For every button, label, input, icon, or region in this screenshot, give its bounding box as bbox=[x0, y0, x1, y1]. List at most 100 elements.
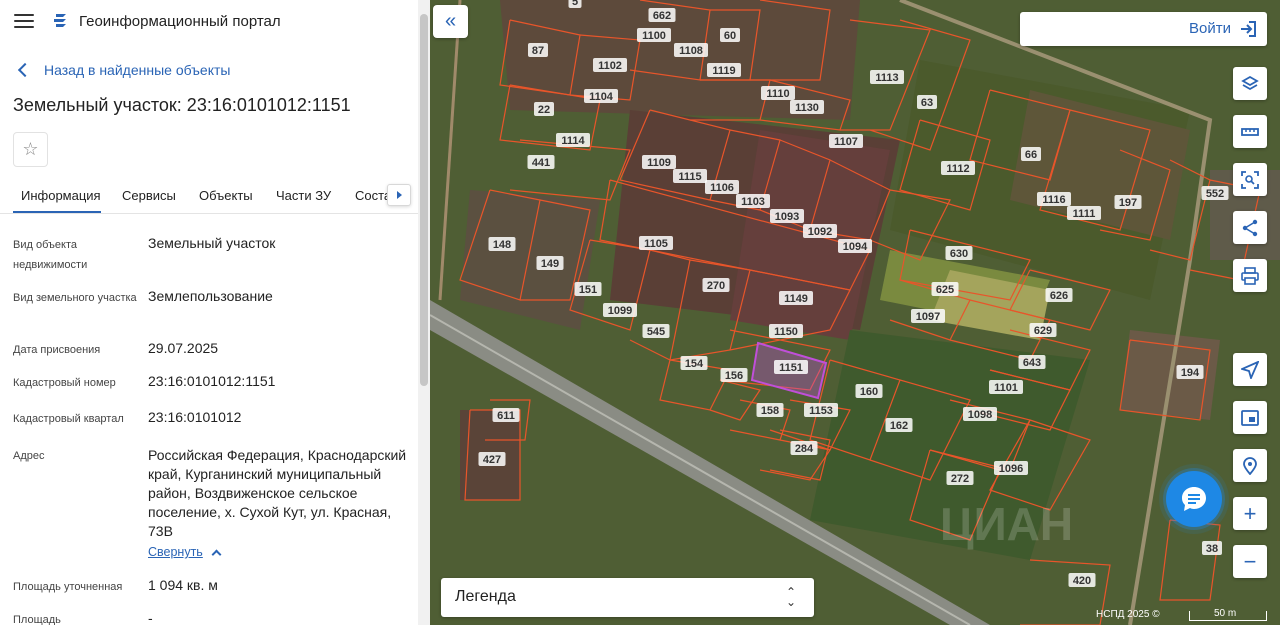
panel-scrollbar-thumb[interactable] bbox=[420, 14, 428, 386]
layers-button[interactable] bbox=[1233, 67, 1267, 100]
plot-label-63[interactable]: 63 bbox=[921, 97, 933, 109]
plot-label-156[interactable]: 156 bbox=[725, 370, 743, 382]
plot-label-1102[interactable]: 1102 bbox=[598, 60, 622, 72]
label-cadastral-number: Кадастровый номер bbox=[13, 377, 116, 389]
plot-label-197[interactable]: 197 bbox=[1119, 197, 1137, 209]
plot-label-1150[interactable]: 1150 bbox=[774, 326, 798, 338]
plot-label-160[interactable]: 160 bbox=[860, 386, 878, 398]
map-view[interactable]: 5 662 60 1100 1108 87 1102 1119 1104 1110 1130 22 11… bbox=[430, 0, 1280, 625]
chat-button[interactable] bbox=[1166, 471, 1222, 527]
tab-parts[interactable]: Части ЗУ bbox=[276, 188, 331, 203]
plot-label-1107[interactable]: 1107 bbox=[834, 136, 858, 148]
plot-label-5[interactable]: 5 bbox=[572, 0, 578, 8]
plot-label-149[interactable]: 149 bbox=[541, 258, 559, 270]
plot-label-545[interactable]: 545 bbox=[647, 326, 665, 338]
login-button[interactable]: Войти bbox=[1020, 12, 1267, 46]
legend-dropdown[interactable]: Легенда ⌃ ⌄ bbox=[441, 578, 814, 617]
plot-label-194[interactable]: 194 bbox=[1181, 367, 1200, 379]
plot-label-38[interactable]: 38 bbox=[1206, 543, 1218, 555]
plot-label-1109[interactable]: 1109 bbox=[647, 157, 671, 169]
plot-label-22[interactable]: 22 bbox=[538, 104, 550, 116]
plot-label-629[interactable]: 629 bbox=[1034, 325, 1052, 337]
plot-label-87[interactable]: 87 bbox=[532, 45, 544, 57]
plot-label-1115[interactable]: 1115 bbox=[678, 171, 701, 183]
plot-label-154[interactable]: 154 bbox=[685, 358, 704, 370]
plot-label-162[interactable]: 162 bbox=[890, 420, 908, 432]
minimap-button[interactable] bbox=[1233, 401, 1267, 434]
ruler-icon bbox=[1241, 127, 1259, 136]
share-button[interactable] bbox=[1233, 211, 1267, 244]
plot-label-1112[interactable]: 1112 bbox=[946, 163, 969, 175]
plot-label-630[interactable]: 630 bbox=[950, 248, 968, 260]
plot-label-60[interactable]: 60 bbox=[724, 30, 736, 42]
plot-label-1096[interactable]: 1096 bbox=[999, 463, 1023, 475]
plot-label-1094[interactable]: 1094 bbox=[843, 241, 868, 253]
plot-label-662[interactable]: 662 bbox=[653, 10, 671, 22]
plot-label-1151[interactable]: 1151 bbox=[779, 362, 803, 374]
print-button[interactable] bbox=[1233, 259, 1267, 292]
plot-label-1099[interactable]: 1099 bbox=[608, 305, 632, 317]
plot-label-1103[interactable]: 1103 bbox=[741, 196, 765, 208]
active-tab-indicator bbox=[13, 211, 101, 213]
value-area: - bbox=[148, 610, 153, 625]
plot-label-66[interactable]: 66 bbox=[1025, 149, 1037, 161]
app-title: Геоинформационный портал bbox=[79, 13, 281, 30]
geo-search-button[interactable] bbox=[1233, 449, 1267, 482]
plot-label-1098[interactable]: 1098 bbox=[968, 409, 992, 421]
login-label: Войти bbox=[1189, 20, 1231, 37]
zoom-out-button[interactable]: − bbox=[1233, 545, 1267, 578]
plot-label-1104[interactable]: 1104 bbox=[589, 91, 614, 103]
plot-label-1130[interactable]: 1130 bbox=[795, 102, 819, 114]
plot-label-1153[interactable]: 1153 bbox=[809, 405, 833, 417]
satellite-map[interactable]: 5 662 60 1100 1108 87 1102 1119 1104 1110 1130 22 11… bbox=[430, 0, 1280, 625]
zoom-in-button[interactable]: + bbox=[1233, 497, 1267, 530]
plot-label-552[interactable]: 552 bbox=[1206, 188, 1224, 200]
top-bar: Геоинформационный портал bbox=[0, 0, 418, 44]
plot-label-1111[interactable]: 1111 bbox=[1073, 208, 1096, 220]
select-area-button[interactable] bbox=[1233, 163, 1267, 196]
plot-label-272[interactable]: 272 bbox=[951, 473, 969, 485]
menu-icon[interactable] bbox=[14, 14, 34, 28]
plot-label-158[interactable]: 158 bbox=[761, 405, 779, 417]
plot-label-1105[interactable]: 1105 bbox=[644, 238, 668, 250]
back-link[interactable]: Назад в найденные объекты bbox=[16, 60, 230, 80]
plot-label-270[interactable]: 270 bbox=[707, 280, 725, 292]
plot-label-151[interactable]: 151 bbox=[579, 284, 597, 296]
plot-label-1110[interactable]: 1110 bbox=[766, 88, 789, 100]
plot-label-1116[interactable]: 1116 bbox=[1042, 194, 1065, 206]
value-area-refined: 1 094 кв. м bbox=[148, 577, 218, 593]
plot-label-1108[interactable]: 1108 bbox=[679, 45, 703, 57]
collapse-panel-button[interactable]: « bbox=[433, 5, 468, 38]
tab-objects[interactable]: Объекты bbox=[199, 188, 253, 203]
plot-label-1097[interactable]: 1097 bbox=[916, 311, 940, 323]
plot-label-1092[interactable]: 1092 bbox=[808, 226, 832, 238]
plot-label-284[interactable]: 284 bbox=[795, 443, 814, 455]
plot-label-1101[interactable]: 1101 bbox=[994, 382, 1018, 394]
plot-label-611[interactable]: 611 bbox=[497, 410, 515, 422]
locate-button[interactable] bbox=[1233, 353, 1267, 386]
tab-composition[interactable]: Соста bbox=[355, 188, 391, 203]
collapse-link[interactable]: Свернуть bbox=[148, 545, 222, 559]
tabs-scroll-right-button[interactable] bbox=[387, 184, 411, 206]
tab-services[interactable]: Сервисы bbox=[122, 188, 176, 203]
login-icon bbox=[1241, 21, 1256, 37]
plot-label-625[interactable]: 625 bbox=[936, 284, 954, 296]
plot-label-1114[interactable]: 1114 bbox=[561, 135, 585, 147]
tab-info[interactable]: Информация bbox=[21, 188, 101, 203]
measure-button[interactable] bbox=[1233, 115, 1267, 148]
plot-label-1113[interactable]: 1113 bbox=[875, 72, 898, 84]
plot-label-1119[interactable]: 1119 bbox=[712, 65, 735, 77]
plot-label-1106[interactable]: 1106 bbox=[710, 182, 734, 194]
label-assign-date: Дата присвоения bbox=[13, 344, 101, 356]
plot-label-148[interactable]: 148 bbox=[493, 239, 511, 251]
plot-label-427[interactable]: 427 bbox=[483, 454, 501, 466]
plot-label-441[interactable]: 441 bbox=[532, 157, 550, 169]
plot-label-643[interactable]: 643 bbox=[1023, 357, 1041, 369]
plot-label-1100[interactable]: 1100 bbox=[642, 30, 666, 42]
plot-label-1149[interactable]: 1149 bbox=[784, 293, 808, 305]
plot-label-1093[interactable]: 1093 bbox=[775, 211, 799, 223]
plot-label-420[interactable]: 420 bbox=[1073, 575, 1091, 587]
plot-label-626[interactable]: 626 bbox=[1050, 290, 1068, 302]
favorite-button[interactable]: ☆ bbox=[13, 132, 48, 167]
label-cadastral-quarter: Кадастровый квартал bbox=[13, 413, 124, 425]
